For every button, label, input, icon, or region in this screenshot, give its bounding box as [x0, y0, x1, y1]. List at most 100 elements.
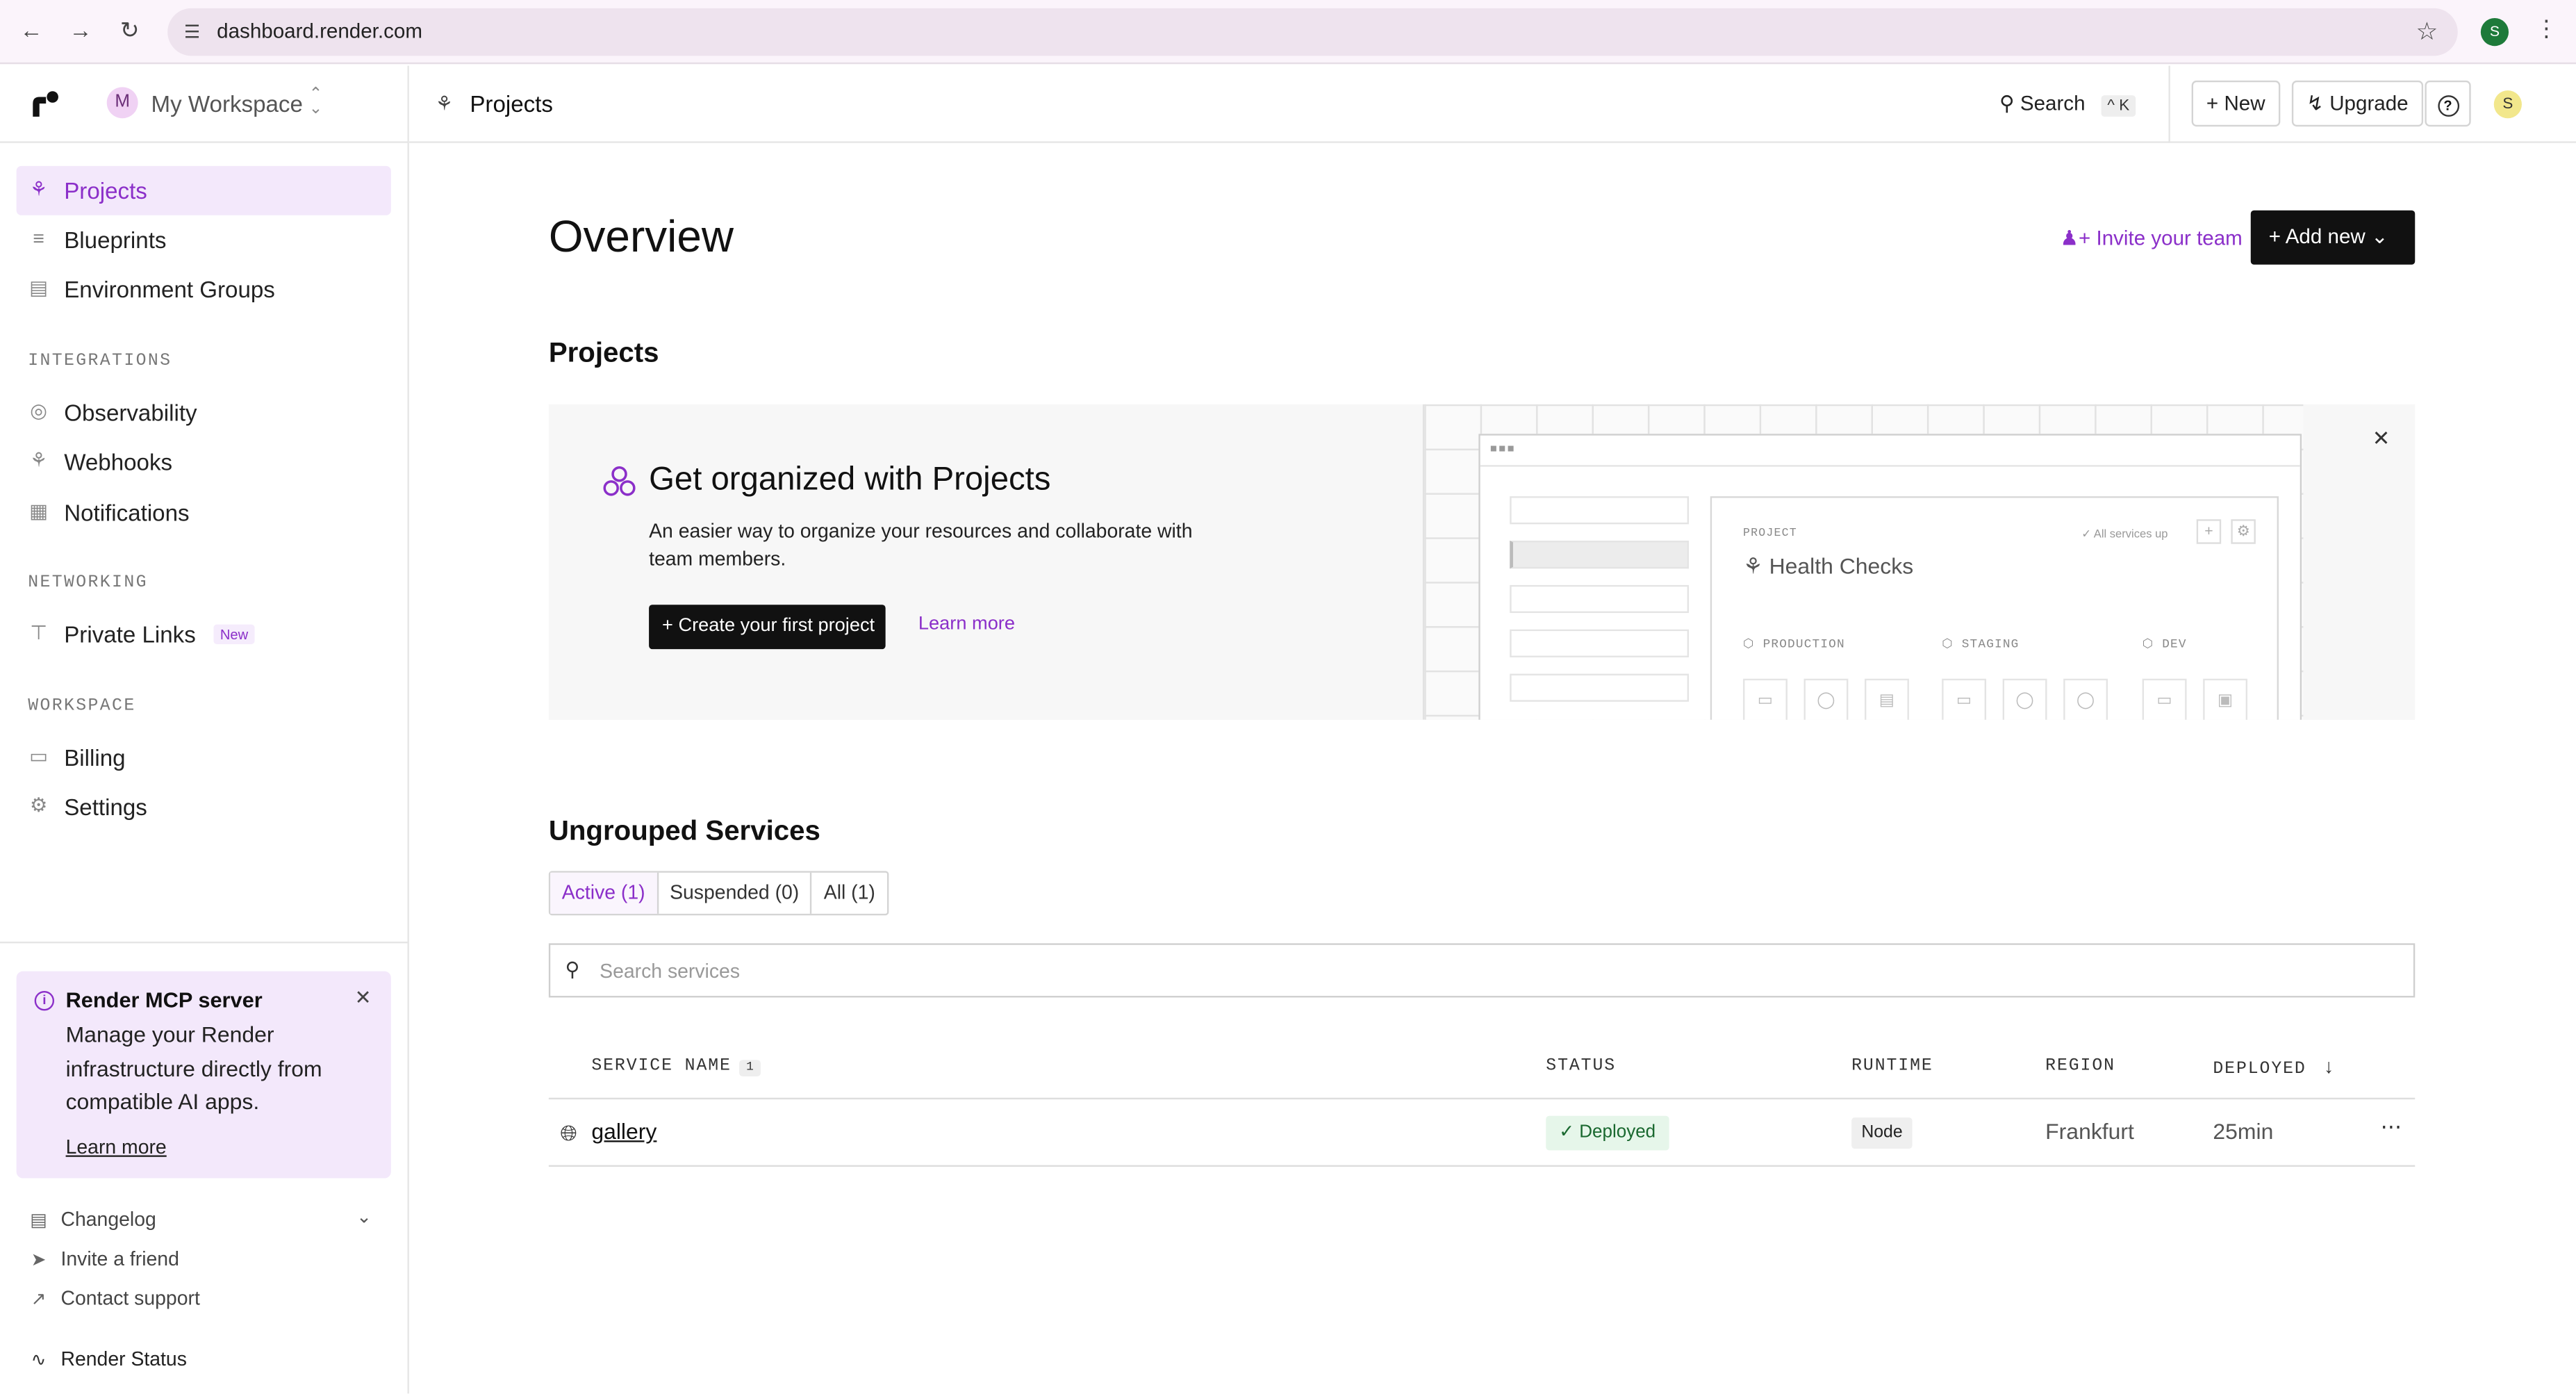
sidebar-item-settings[interactable]: ⚙ Settings [17, 782, 391, 832]
create-first-project-button[interactable]: + Create your first project [649, 605, 886, 650]
notifications-icon: ▦ [29, 499, 48, 523]
sidebar-divider [0, 942, 408, 944]
column-label: DEPLOYED [2213, 1060, 2306, 1080]
search-shortcut: ^ K [2100, 95, 2136, 117]
mcp-server-callout: i Render MCP server ✕ Manage your Render… [16, 971, 391, 1179]
invite-friend-item[interactable]: ➤ Invite a friend [28, 1246, 389, 1276]
contact-support-label: Contact support [60, 1286, 200, 1310]
send-icon: ➤ [31, 1250, 47, 1270]
globe-icon: ◯ [1803, 678, 1849, 720]
mcp-title: Render MCP server [65, 987, 263, 1012]
sidebar-item-private-links[interactable]: ⊤ Private Links New [17, 609, 391, 659]
placeholder-row [1510, 496, 1690, 525]
workspace-avatar: M [106, 87, 138, 119]
tab-suspended[interactable]: Suspended (0) [659, 872, 813, 914]
sidebar-item-billing[interactable]: ▭ Billing [17, 733, 391, 782]
address-bar[interactable]: ☰ dashboard.render.com ☆ [167, 8, 2458, 56]
user-avatar[interactable]: S [2493, 90, 2522, 119]
table-row-divider [548, 1165, 2416, 1167]
search-services-input[interactable] [600, 953, 2391, 990]
services-status: ✓ All services up [2081, 529, 2168, 541]
add-new-button[interactable]: + Add new ⌄ [2250, 210, 2416, 265]
sidebar-item-label: Billing [64, 744, 126, 771]
forward-arrow-icon[interactable]: → [66, 17, 96, 43]
column-service-name[interactable]: SERVICE NAME 1 [591, 1057, 761, 1076]
webhooks-icon: ⚘ [29, 448, 48, 472]
column-deployed[interactable]: DEPLOYED ↓ [2213, 1057, 2336, 1080]
sidebar-item-label: Blueprints [64, 227, 167, 254]
sidebar-item-observability[interactable]: ◎ Observability [17, 388, 391, 437]
workspace-switcher[interactable]: M My Workspace ⌃ ⌄ [0, 66, 408, 143]
column-region[interactable]: REGION [2045, 1057, 2115, 1076]
lightning-icon: ↯ [2306, 92, 2324, 115]
project-label: PROJECT [1743, 527, 1797, 541]
changelog-label: Changelog [60, 1208, 156, 1231]
sidebar-item-label: Observability [64, 399, 197, 426]
close-icon[interactable]: ✕ [355, 986, 372, 1009]
browser-menu-icon[interactable]: ⋮ [2535, 15, 2558, 42]
reload-icon[interactable]: ↻ [115, 17, 145, 44]
render-logo-icon[interactable] [30, 89, 60, 119]
search-services-field[interactable]: ⚲ [548, 943, 2416, 998]
column-status[interactable]: STATUS [1546, 1057, 1616, 1076]
sidebar-item-environment-groups[interactable]: ▤ Environment Groups [17, 265, 391, 314]
upgrade-label: Upgrade [2329, 92, 2409, 115]
env-groups-icon: ▤ [29, 276, 48, 300]
browser-profile-avatar[interactable]: S [2480, 18, 2509, 47]
table-header-divider [548, 1097, 2416, 1100]
close-icon[interactable]: ✕ [2372, 425, 2391, 452]
database-icon: ▣ [2203, 678, 2248, 720]
sidebar-item-notifications[interactable]: ▦ Notifications [17, 488, 391, 537]
sidebar-item-webhooks[interactable]: ⚘ Webhooks [17, 437, 391, 486]
window-dots-icon: ■■■ [1489, 443, 1516, 456]
upgrade-button[interactable]: ↯ Upgrade [2291, 80, 2423, 127]
globe-icon: ◯ [2063, 678, 2108, 720]
blueprints-icon: ≡ [33, 227, 44, 250]
more-options-icon[interactable]: ⋯ [2381, 1114, 2404, 1140]
projects-icon: ⚘ [29, 177, 48, 201]
workspace-name[interactable]: My Workspace [151, 90, 303, 117]
search-button[interactable]: ⚲ Search ^ K [1999, 90, 2136, 117]
sidebar-item-blueprints[interactable]: ≡ Blueprints [17, 215, 391, 265]
help-button[interactable]: ? [2425, 80, 2471, 127]
breadcrumb[interactable]: Projects [470, 90, 553, 117]
observability-icon: ◎ [30, 399, 47, 423]
render-status-item[interactable]: ∿ Render Status [28, 1346, 389, 1376]
mcp-body: Manage your Render infrastructure direct… [65, 1022, 322, 1115]
site-settings-icon[interactable]: ☰ [184, 22, 200, 42]
sidebar-item-projects[interactable]: ⚘ Projects [16, 165, 391, 215]
placeholder-row [1510, 584, 1690, 614]
new-button[interactable]: + New [2191, 80, 2280, 127]
column-runtime[interactable]: RUNTIME [1851, 1057, 1933, 1076]
tab-all[interactable]: All (1) [812, 873, 886, 914]
runtime-badge: Node [1851, 1117, 1913, 1149]
promo-learn-more-link[interactable]: Learn more [918, 614, 1015, 634]
chevron-up-down-icon[interactable]: ⌃ ⌄ [309, 86, 323, 117]
env-label: STAGING [1961, 639, 2020, 653]
search-icon: ⚲ [565, 958, 580, 981]
window-divider [1480, 465, 2300, 467]
changelog-item[interactable]: ▤ Changelog ⌄ [28, 1206, 389, 1236]
url-text[interactable]: dashboard.render.com [217, 19, 422, 42]
mcp-learn-more-link[interactable]: Learn more [66, 1135, 167, 1158]
plus-icon: + [662, 616, 673, 637]
deployed-time: 25min [2213, 1119, 2274, 1144]
service-name-link[interactable]: gallery [591, 1119, 657, 1143]
section-integrations: INTEGRATIONS [28, 352, 172, 372]
back-arrow-icon[interactable]: ← [17, 17, 47, 43]
chevron-down-icon[interactable]: ⌄ [356, 1206, 372, 1227]
promo-title: Get organized with Projects [649, 461, 1051, 498]
sidebar-item-label: Projects [64, 177, 147, 204]
env-label: DEV [2162, 639, 2187, 653]
tab-active[interactable]: Active (1) [550, 872, 659, 914]
projects-heading: Projects [548, 336, 659, 368]
contact-support-item[interactable]: ↗ Contact support [28, 1285, 389, 1315]
help-icon: ? [2437, 95, 2459, 117]
sidebar: M My Workspace ⌃ ⌄ ⚘ Projects ≡ Blueprint… [0, 65, 409, 1394]
search-label: Search [2020, 92, 2086, 115]
invite-team-button[interactable]: ♟+ Invite your team [2060, 225, 2242, 249]
search-icon: ⚲ [1999, 92, 2015, 115]
bookmark-star-icon[interactable]: ☆ [2416, 17, 2438, 47]
topbar-divider [2168, 65, 2170, 143]
placeholder-row [1510, 541, 1690, 569]
